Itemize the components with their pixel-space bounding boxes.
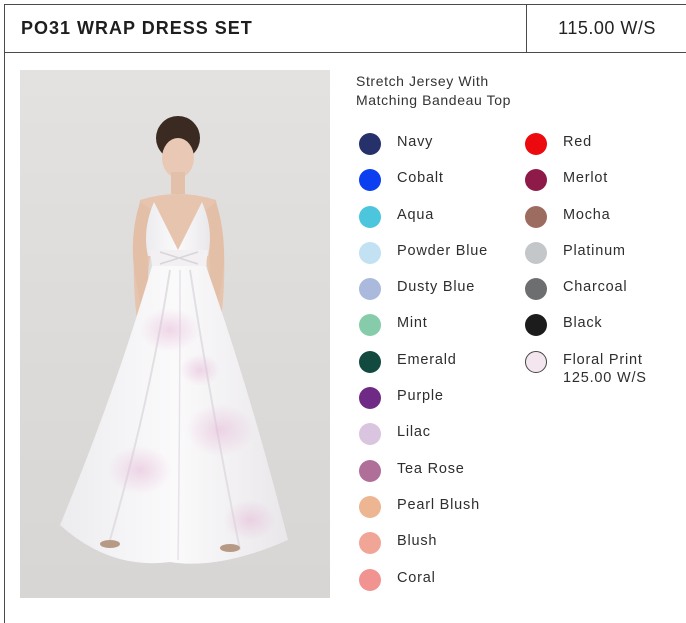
swatch-label: Dusty Blue [397, 279, 476, 296]
swatch-dot [359, 133, 381, 155]
swatch-dot [359, 205, 381, 228]
swatch-label: Floral Print [563, 351, 643, 368]
swatch-price: 125.00 W/S [563, 369, 647, 386]
product-photo [20, 70, 330, 598]
dress-model-illustration [60, 116, 288, 564]
swatch-label: Tea Rose [397, 460, 465, 477]
description-line-2: Matching Bandeau Top [356, 92, 511, 108]
swatch-label: Red [563, 134, 592, 150]
product-description: Stretch Jersey With Matching Bandeau Top [356, 72, 656, 110]
swatch-label: Mint [397, 315, 428, 332]
swatch-label: Lilac [397, 424, 431, 441]
swatch-dot [359, 241, 381, 264]
description-line-1: Stretch Jersey With [356, 73, 489, 89]
swatch-dot [359, 459, 381, 482]
swatch-label: Powder Blue [397, 242, 489, 259]
swatch-dot [359, 350, 381, 373]
swatch-dot [525, 241, 547, 264]
swatch-label: Purple [397, 388, 444, 405]
swatch-label: Cobalt [397, 170, 444, 187]
product-header: PO31 WRAP DRESS SET 115.00 W/S [5, 5, 686, 53]
swatch-dot-floral [525, 350, 547, 373]
swatch-dot [359, 495, 381, 518]
swatch-dot [359, 568, 381, 591]
swatch-dot [525, 133, 547, 155]
swatch-label: Merlot [563, 170, 609, 187]
swatch-label: Navy [397, 134, 434, 150]
swatch-label: Blush [397, 533, 438, 550]
swatch-dot [525, 205, 547, 228]
swatch-label: Aqua [397, 206, 435, 223]
product-price: 115.00 W/S [526, 5, 686, 52]
swatch-dot [359, 387, 381, 410]
swatch-label: Platinum [563, 242, 626, 259]
product-title: PO31 WRAP DRESS SET [21, 18, 253, 38]
swatch-label: Mocha [563, 206, 611, 223]
swatch-label: Coral [397, 569, 436, 586]
swatch-label: Charcoal [563, 279, 628, 296]
swatch-label: Black [563, 315, 603, 332]
swatch-label: Pearl Blush [397, 496, 480, 513]
swatch-label: Emerald [397, 351, 457, 368]
